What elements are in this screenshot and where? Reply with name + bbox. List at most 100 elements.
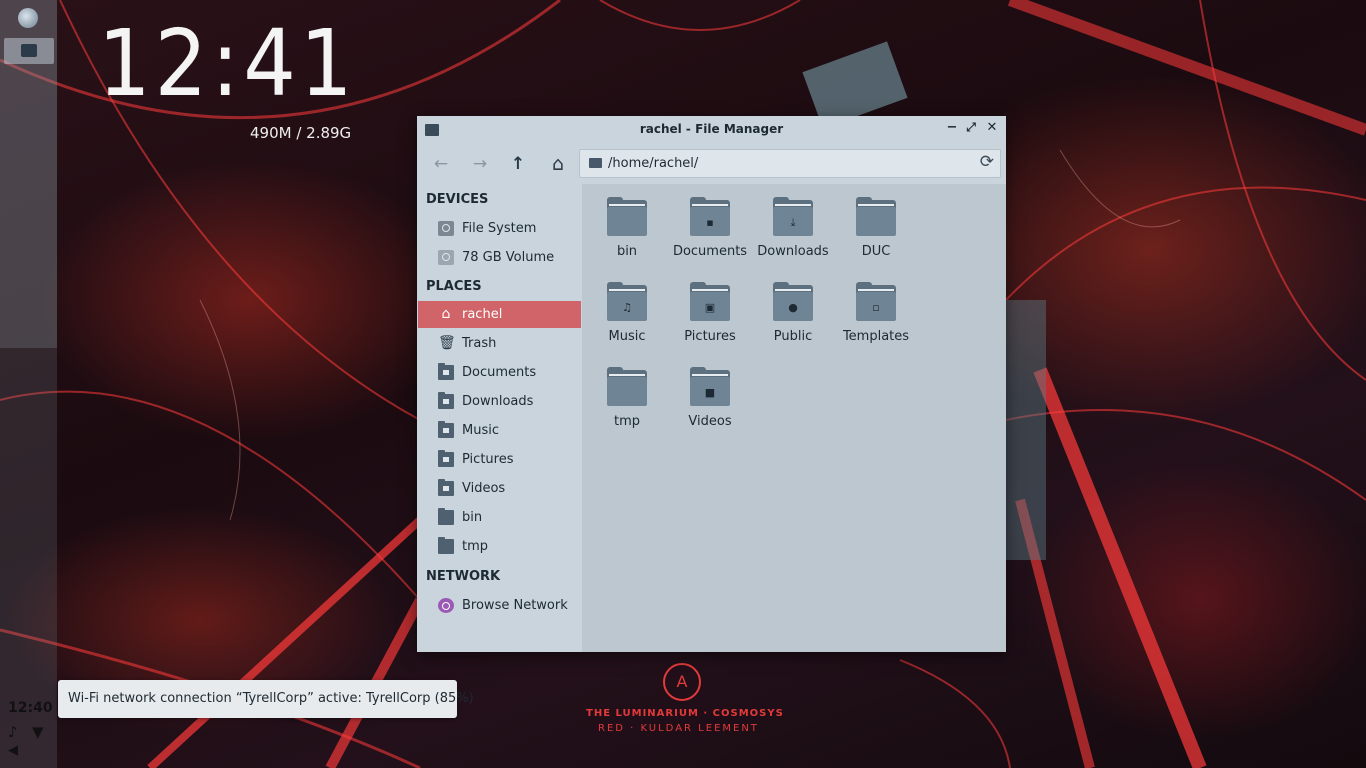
sidebar-item-documents[interactable]: Documents (418, 359, 581, 386)
file-view[interactable]: bin ▪ Documents ⤓ Downloads DUC ♫ Music … (582, 184, 1006, 652)
sidebar-header-network: NETWORK (426, 569, 501, 584)
sidebar-item-trash[interactable]: 🗑 Trash (418, 330, 581, 357)
sidebar-item-videos[interactable]: Videos (418, 475, 581, 502)
folder-icon (589, 158, 602, 168)
location-bar[interactable]: /home/rachel/ ⟳ (579, 149, 1001, 178)
file-name: bin (616, 244, 638, 259)
pictures-folder-icon: ▣ (690, 282, 730, 321)
wallpaper-logo-letter: A (676, 672, 688, 691)
videos-folder-icon: ■ (690, 367, 730, 406)
folder-icon (607, 197, 647, 236)
downloads-folder-icon: ⤓ (773, 197, 813, 236)
window-titlebar[interactable]: rachel - File Manager − ⤢ ✕ (417, 116, 1006, 144)
file-name: tmp (613, 414, 640, 429)
sidebar-item-label: tmp (462, 539, 489, 554)
sidebar-item-downloads[interactable]: Downloads (418, 388, 581, 415)
file-name: Templates (842, 329, 910, 344)
sidebar-item-label: 78 GB Volume (462, 250, 555, 265)
file-item-tmp[interactable]: tmp (587, 367, 667, 450)
sidebar-item-label: rachel (462, 307, 503, 322)
sidebar-item-rachel[interactable]: ⌂ rachel (418, 301, 581, 328)
minimize-button[interactable]: − (943, 120, 961, 135)
forward-button[interactable]: → (468, 152, 492, 176)
home-button[interactable]: ⌂ (546, 152, 570, 176)
sidebar-item-label: Music (462, 423, 499, 438)
taskbar-file-manager-button[interactable] (4, 38, 54, 64)
file-name: Downloads (757, 244, 829, 259)
sidebar-item-label: Downloads (462, 394, 534, 409)
sidebar-item-file-system[interactable]: File System (418, 215, 581, 242)
file-item-duc[interactable]: DUC (836, 197, 916, 280)
up-button[interactable]: ↑ (506, 152, 530, 176)
file-item-bin[interactable]: bin (587, 197, 667, 280)
file-item-templates[interactable]: ▫ Templates (836, 282, 916, 365)
file-item-downloads[interactable]: ⤓ Downloads (753, 197, 833, 280)
sidebar-item-label: Browse Network (462, 598, 568, 613)
folder-icon (856, 197, 896, 236)
drive-icon (438, 221, 454, 236)
pictures-folder-icon (438, 450, 454, 467)
file-item-music[interactable]: ♫ Music (587, 282, 667, 365)
trash-icon: 🗑 (438, 335, 456, 351)
notification-text: Wi-Fi network connection “TyrellCorp” ac… (68, 691, 474, 706)
sidebar-header-devices: DEVICES (426, 192, 489, 207)
sidebar-header-places: PLACES (426, 279, 482, 294)
desktop-clock: 12:41 (98, 10, 357, 117)
sidebar-item-music[interactable]: Music (418, 417, 581, 444)
videos-folder-icon (438, 479, 454, 496)
wifi-icon[interactable]: ▼ (32, 723, 44, 741)
file-item-documents[interactable]: ▪ Documents (670, 197, 750, 280)
home-icon: ⌂ (441, 306, 451, 322)
sidebar-item-volume[interactable]: 78 GB Volume (418, 244, 581, 271)
network-globe-icon (438, 598, 454, 613)
sidebar-item-label: Pictures (462, 452, 514, 467)
music-folder-icon: ♫ (607, 282, 647, 321)
sidebar-item-label: bin (462, 510, 483, 525)
documents-folder-icon: ▪ (690, 197, 730, 236)
file-item-public[interactable]: ● Public (753, 282, 833, 365)
sidebar-item-bin[interactable]: bin (418, 504, 581, 531)
side-panel: 12:40 ♪ ▼ ◀ (0, 0, 57, 768)
wifi-notification[interactable]: Wi-Fi network connection “TyrellCorp” ac… (58, 680, 474, 718)
maximize-button[interactable]: ⤢ (962, 120, 980, 135)
folder-icon (438, 537, 454, 554)
sidebar-item-label: Trash (462, 336, 497, 351)
wallpaper-logo: A (663, 663, 701, 701)
music-folder-icon (438, 421, 454, 438)
close-button[interactable]: ✕ (983, 120, 1001, 135)
sidebar-item-pictures[interactable]: Pictures (418, 446, 581, 473)
memory-usage: 490M / 2.89G (250, 124, 352, 142)
sidebar-item-browse-network[interactable]: Browse Network (418, 592, 581, 619)
volume-icon[interactable]: ◀ (8, 743, 18, 758)
public-folder-icon: ● (773, 282, 813, 321)
sidebar-item-label: Documents (462, 365, 537, 380)
downloads-folder-icon (438, 392, 454, 409)
sidebar-item-label: Videos (462, 481, 506, 496)
file-name: Videos (688, 414, 732, 429)
documents-folder-icon (438, 363, 454, 380)
file-name: Documents (672, 244, 748, 259)
app-menu-icon[interactable] (18, 8, 38, 28)
file-item-pictures[interactable]: ▣ Pictures (670, 282, 750, 365)
file-item-videos[interactable]: ■ Videos (670, 367, 750, 450)
sidebar: DEVICES File System 78 GB Volume PLACES … (417, 184, 582, 652)
folder-icon (438, 508, 454, 525)
window-title: rachel - File Manager (639, 122, 784, 136)
location-path[interactable]: /home/rachel/ (608, 156, 698, 171)
wallpaper-credit-line1: THE LUMINARIUM · COSMOSYS (586, 708, 784, 719)
back-button[interactable]: ← (429, 152, 453, 176)
panel-clock[interactable]: 12:40 (8, 700, 53, 716)
file-name: Pictures (684, 329, 736, 344)
sidebar-item-tmp[interactable]: tmp (418, 533, 581, 560)
music-note-icon[interactable]: ♪ (8, 723, 18, 741)
folder-icon (607, 367, 647, 406)
drive-icon (438, 250, 454, 265)
file-name: Public (773, 329, 813, 344)
reload-button[interactable]: ⟳ (980, 152, 994, 172)
templates-folder-icon: ▫ (856, 282, 896, 321)
file-manager-window: rachel - File Manager − ⤢ ✕ ← → ↑ ⌂ /hom… (417, 116, 1006, 652)
file-name: Music (608, 329, 646, 344)
folder-icon (21, 44, 37, 57)
file-name: DUC (861, 244, 891, 259)
sidebar-item-label: File System (462, 221, 537, 236)
